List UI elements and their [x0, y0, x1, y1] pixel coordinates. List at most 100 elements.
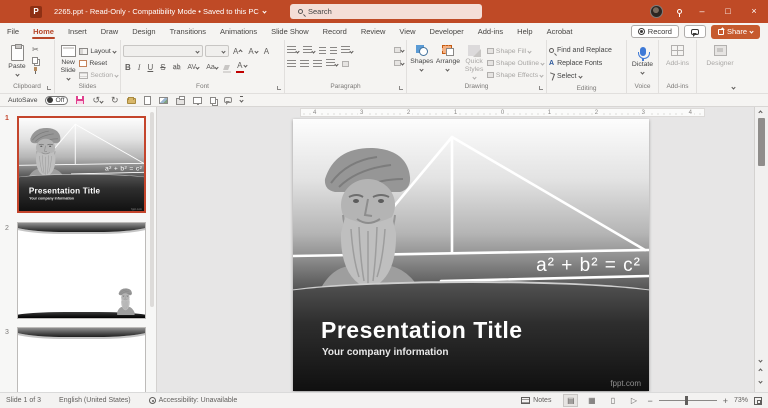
pin-icon[interactable] [677, 9, 682, 17]
reset-button[interactable]: Reset [79, 57, 118, 69]
copy-qat-icon[interactable] [209, 96, 216, 104]
cut-icon[interactable]: ✂ [32, 46, 39, 54]
arrange-button[interactable]: Arrange [435, 43, 462, 72]
slide-sorter-view-button[interactable]: ▦ [584, 394, 599, 407]
zoom-slider[interactable] [658, 396, 717, 405]
drawing-dialog-launcher-icon[interactable] [539, 86, 543, 90]
font-name-combo[interactable] [123, 45, 203, 57]
tab-help[interactable]: Help [510, 23, 539, 40]
horizontal-ruler[interactable]: 4 3 2 1 0 1 2 3 4 [300, 108, 705, 117]
print-icon[interactable] [175, 95, 185, 105]
zoom-out-button[interactable]: − [647, 396, 652, 406]
picture-icon[interactable] [158, 96, 168, 104]
align-center-icon[interactable] [300, 60, 309, 67]
slideshow-view-button[interactable]: ▷ [626, 394, 641, 407]
decrease-font-size-button[interactable]: A [246, 46, 259, 57]
tab-acrobat[interactable]: Acrobat [540, 23, 580, 40]
search-input[interactable]: Search [290, 4, 482, 19]
reading-view-button[interactable]: ▯ [605, 394, 620, 407]
minimize-button[interactable]: – [696, 0, 708, 23]
convert-smartart-button[interactable] [394, 59, 405, 68]
line-spacing-button[interactable] [341, 46, 354, 55]
section-button[interactable]: Section [79, 69, 119, 81]
decrease-indent-icon[interactable] [319, 47, 326, 54]
tab-slide-show[interactable]: Slide Show [264, 23, 316, 40]
maximize-button[interactable]: □ [722, 0, 734, 23]
shapes-button[interactable]: Shapes [409, 43, 435, 72]
text-highlight-icon[interactable] [222, 65, 231, 73]
slide-title-text[interactable]: Presentation Title [321, 317, 523, 344]
title-chevron-down-icon[interactable] [262, 9, 267, 14]
customize-qat-icon[interactable] [238, 95, 244, 105]
increase-font-size-button[interactable]: A [231, 46, 244, 57]
bullets-button[interactable] [287, 46, 300, 55]
print-preview-icon[interactable] [192, 96, 202, 105]
fit-to-window-icon[interactable] [754, 396, 762, 405]
undo-button[interactable]: ↺ [92, 95, 104, 105]
comments-button[interactable] [683, 25, 706, 38]
slide-thumbnail-3[interactable] [17, 327, 146, 392]
font-size-combo[interactable] [205, 45, 229, 57]
slide-thumbnail-2[interactable] [17, 222, 146, 319]
paste-button[interactable]: Paste [2, 43, 32, 77]
normal-view-button[interactable]: ▤ [563, 394, 579, 407]
scroll-down-icon[interactable] [758, 358, 763, 363]
language-indicator[interactable]: English (United States) [59, 397, 131, 404]
zoom-in-button[interactable]: + [723, 396, 728, 406]
find-replace-button[interactable]: Find and Replace [549, 44, 624, 57]
redo-icon[interactable]: ↻ [111, 95, 119, 105]
text-shadow-button[interactable]: ab [171, 62, 183, 73]
record-button[interactable]: Record [630, 25, 679, 38]
paragraph-dialog-launcher-icon[interactable] [399, 86, 403, 90]
scrollbar-thumb[interactable] [758, 118, 765, 166]
comments-qat-icon[interactable] [223, 97, 232, 105]
numbering-button[interactable] [303, 46, 316, 55]
user-avatar[interactable] [650, 5, 663, 18]
slide-subtitle-text[interactable]: Your company information [322, 347, 449, 358]
tab-record[interactable]: Record [316, 23, 354, 40]
accessibility-status[interactable]: Accessibility: Unavailable [148, 397, 237, 404]
share-button[interactable]: Share [710, 24, 760, 39]
quick-styles-button[interactable]: Quick Styles [461, 43, 487, 80]
shape-effects-button[interactable]: Shape Effects [486, 69, 544, 81]
character-spacing-button[interactable]: AV [185, 62, 201, 73]
font-color-button[interactable]: A [234, 60, 249, 73]
underline-button[interactable]: U [145, 62, 155, 73]
scroll-up-icon[interactable] [758, 110, 763, 115]
next-slide-button[interactable] [758, 379, 763, 384]
tab-insert[interactable]: Insert [61, 23, 94, 40]
tab-file[interactable]: File [0, 23, 26, 40]
format-painter-icon[interactable] [32, 67, 39, 74]
align-right-icon[interactable] [313, 60, 322, 67]
tab-home[interactable]: Home [26, 23, 61, 40]
columns-icon[interactable] [342, 60, 349, 67]
change-case-button[interactable]: Aa [204, 62, 220, 73]
vertical-scrollbar[interactable] [754, 107, 768, 392]
strikethrough-button[interactable]: S [158, 62, 167, 73]
tab-transitions[interactable]: Transitions [163, 23, 213, 40]
justify-button[interactable] [326, 59, 339, 68]
italic-button[interactable]: I [136, 62, 143, 73]
powerpoint-app-icon[interactable]: P [30, 5, 42, 18]
copy-icon[interactable] [32, 57, 38, 64]
open-icon[interactable] [126, 97, 136, 104]
clear-formatting-button[interactable]: A [262, 46, 271, 57]
notes-button[interactable]: Notes [521, 397, 551, 404]
dictate-button[interactable]: Dictate [629, 43, 656, 75]
align-left-icon[interactable] [287, 60, 296, 67]
tab-view[interactable]: View [392, 23, 422, 40]
tab-add-ins[interactable]: Add-ins [471, 23, 510, 40]
font-dialog-launcher-icon[interactable] [277, 86, 281, 90]
increase-indent-icon[interactable] [330, 47, 337, 54]
tab-animations[interactable]: Animations [213, 23, 264, 40]
close-button[interactable]: × [748, 0, 760, 23]
tab-draw[interactable]: Draw [94, 23, 126, 40]
new-slide-button[interactable]: New Slide [57, 43, 79, 81]
replace-fonts-button[interactable]: A Replace Fonts [549, 57, 624, 70]
select-button[interactable]: Select [547, 70, 624, 83]
shape-fill-button[interactable]: Shape Fill [486, 45, 544, 57]
layout-button[interactable]: Layout [79, 45, 118, 57]
thumbnail-panel-scrollbar[interactable] [150, 112, 154, 307]
slide-thumbnail-1[interactable]: a² + b² = c² Presentation Title Your com… [17, 116, 146, 213]
addins-button[interactable]: Add-ins [663, 43, 693, 68]
